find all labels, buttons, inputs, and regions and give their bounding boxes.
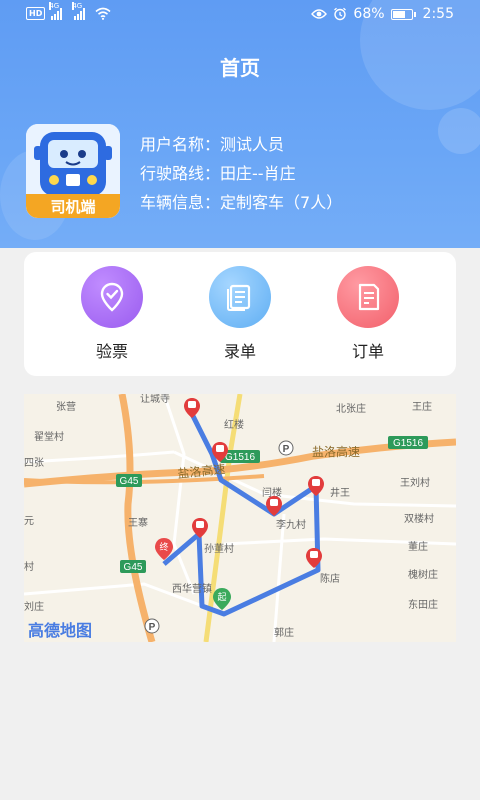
svg-text:郭庄: 郭庄 [274, 626, 294, 639]
parking-icon: P [144, 618, 160, 634]
header-banner: HD 4G 4G 68% 2:55 首页 司机端 用户名称：测试人员 行驶路线：… [0, 0, 480, 248]
orders-button[interactable]: 订单 [318, 266, 418, 362]
battery-percent: 68% [353, 6, 385, 22]
route-map[interactable]: G1516 G1516 G45 G45 盐洛高速 盐洛高速 张营 北张庄 王庄 … [24, 394, 456, 642]
map-provider-logo: 高德地图 [28, 621, 92, 640]
g1516-shield: G1516 [388, 436, 428, 449]
svg-text:村: 村 [24, 560, 34, 573]
svg-text:双楼村: 双楼村 [404, 512, 434, 525]
highway-name-label: 盐洛高速 [312, 444, 360, 459]
svg-text:槐树庄: 槐树庄 [408, 568, 438, 581]
app-logo: 司机端 [26, 124, 120, 218]
svg-text:王刘村: 王刘村 [400, 476, 430, 489]
svg-text:G45: G45 [124, 562, 143, 573]
signal-icon: 4G [72, 1, 86, 20]
svg-text:井王: 井王 [330, 486, 350, 499]
app-badge-label: 司机端 [50, 198, 95, 216]
svg-text:G1516: G1516 [393, 438, 423, 449]
network-type: 4G [72, 1, 83, 10]
svg-text:东田庄: 东田庄 [408, 598, 438, 611]
svg-text:刘庄: 刘庄 [24, 600, 44, 613]
svg-text:让城寺: 让城寺 [140, 394, 170, 405]
order-doc-icon [337, 266, 399, 328]
clock-time: 2:55 [422, 6, 454, 22]
svg-text:P: P [283, 444, 290, 455]
record-book-icon [209, 266, 271, 328]
user-name-row: 用户名称：测试人员 [140, 130, 342, 159]
svg-text:张营: 张营 [56, 400, 76, 413]
route-value: 田庄--肖庄 [220, 164, 296, 183]
status-bar: HD 4G 4G 68% 2:55 [0, 0, 480, 30]
svg-text:北张庄: 北张庄 [336, 402, 366, 415]
signal-icon: 4G [49, 1, 63, 20]
svg-text:西华营镇: 西华营镇 [172, 582, 212, 595]
svg-text:李九村: 李九村 [276, 518, 306, 531]
vehicle-row: 车辆信息：定制客车（7人） [140, 188, 342, 217]
verify-ticket-button[interactable]: 验票 [62, 266, 162, 362]
route-label: 行驶路线： [140, 164, 221, 183]
svg-text:王庄: 王庄 [412, 400, 432, 413]
user-info: 用户名称：测试人员 行驶路线：田庄--肖庄 车辆信息：定制客车（7人） [140, 130, 342, 217]
wifi-icon [95, 7, 111, 20]
vehicle-value: 定制客车（7人） [220, 193, 343, 212]
user-name-label: 用户名称： [140, 135, 221, 154]
alarm-icon [334, 7, 347, 21]
page-title: 首页 [220, 56, 260, 80]
svg-text:陈店: 陈店 [320, 572, 340, 585]
action-card: 验票 录单 订单 [24, 252, 456, 376]
svg-text:P: P [149, 622, 156, 633]
svg-text:翟堂村: 翟堂村 [34, 430, 64, 443]
start-marker-label: 起 [217, 592, 226, 603]
svg-text:G1516: G1516 [225, 452, 255, 463]
decor-bubble [438, 108, 480, 154]
svg-text:董庄: 董庄 [408, 540, 428, 553]
svg-text:四张: 四张 [24, 457, 44, 469]
g45-shield: G45 [116, 474, 142, 487]
user-name-value: 测试人员 [220, 135, 285, 154]
svg-text:G45: G45 [120, 476, 139, 487]
svg-text:元: 元 [24, 516, 34, 527]
end-marker-label: 终 [159, 541, 168, 553]
ticket-check-icon [81, 266, 143, 328]
vehicle-label: 车辆信息： [140, 193, 221, 212]
record-order-button[interactable]: 录单 [190, 266, 290, 362]
network-type: 4G [49, 1, 60, 10]
svg-text:孙董村: 孙董村 [204, 542, 234, 555]
hd-badge: HD [26, 7, 46, 20]
route-row: 行驶路线：田庄--肖庄 [140, 159, 342, 188]
battery-icon [390, 8, 416, 20]
record-order-label: 录单 [223, 342, 256, 361]
bus-icon: 司机端 [26, 124, 120, 218]
verify-ticket-label: 验票 [95, 342, 128, 361]
svg-text:红楼: 红楼 [224, 418, 244, 431]
orders-label: 订单 [351, 342, 384, 361]
parking-icon: P [278, 440, 294, 456]
svg-text:王寨: 王寨 [128, 516, 148, 529]
eye-icon [311, 9, 328, 19]
g45-shield: G45 [120, 560, 146, 573]
